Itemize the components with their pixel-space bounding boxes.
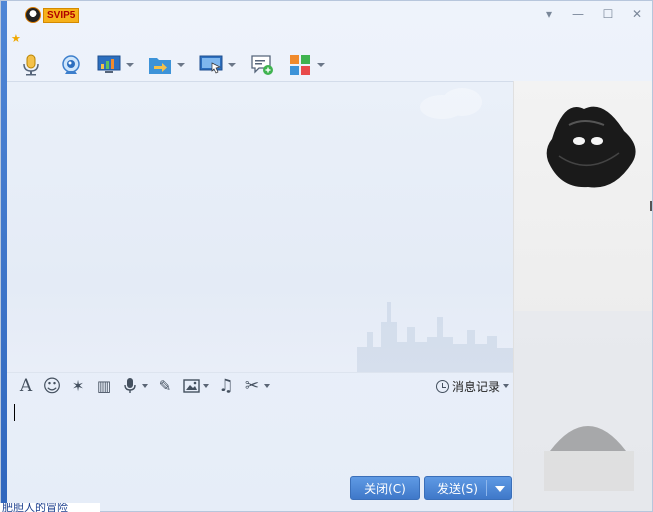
background-window-text: 肥胆人的冒险 bbox=[0, 503, 100, 512]
apps-icon bbox=[288, 53, 312, 77]
remote-desktop-icon bbox=[199, 53, 223, 77]
background-skyline-decoration bbox=[357, 302, 513, 372]
voice-message-icon bbox=[121, 377, 139, 395]
screenshot-button[interactable]: ✂ bbox=[243, 375, 270, 397]
magic-expression-button[interactable]: ✶ bbox=[69, 375, 87, 397]
edit-icon: ✎ bbox=[158, 377, 172, 395]
maximize-button[interactable]: ☐ bbox=[600, 7, 616, 21]
music-icon: ♫ bbox=[218, 376, 234, 396]
clock-icon bbox=[435, 379, 449, 393]
send-button-label: 发送(S) bbox=[437, 481, 478, 496]
message-history-dropdown-arrow[interactable] bbox=[503, 384, 509, 388]
voice-message-dropdown-arrow[interactable] bbox=[142, 384, 148, 388]
music-button[interactable]: ♫ bbox=[217, 375, 235, 397]
minimize-button[interactable]: — bbox=[570, 7, 586, 21]
screenshot-scissors-icon: ✂ bbox=[244, 376, 260, 396]
background-window-title: 肥胆人的冒险 bbox=[2, 503, 68, 512]
file-transfer-icon bbox=[148, 53, 172, 77]
font-icon: A bbox=[19, 376, 33, 396]
screen-share-dropdown-arrow[interactable] bbox=[126, 63, 134, 67]
file-transfer-button[interactable] bbox=[148, 50, 185, 80]
video-call-button[interactable] bbox=[59, 50, 83, 80]
favorite-star-icon[interactable]: ★ bbox=[11, 32, 21, 45]
apps-dropdown-arrow[interactable] bbox=[317, 63, 325, 67]
emoji-icon: ☺ bbox=[42, 375, 62, 397]
edit-button[interactable]: ✎ bbox=[156, 375, 174, 397]
send-button-separator bbox=[486, 480, 487, 496]
emoji-button[interactable]: ☺ bbox=[42, 375, 62, 397]
magic-wand-icon: ✶ bbox=[71, 377, 85, 395]
svip-label: SVIP5 bbox=[43, 7, 80, 23]
close-window-button[interactable]: ✕ bbox=[629, 7, 645, 21]
send-options-arrow[interactable] bbox=[495, 486, 505, 492]
side-panel-edge-marker bbox=[647, 201, 652, 211]
send-image-dropdown-arrow[interactable] bbox=[203, 384, 209, 388]
message-input-area[interactable] bbox=[7, 399, 513, 471]
send-image-button[interactable] bbox=[182, 375, 209, 397]
text-caret bbox=[14, 404, 15, 421]
apps-button[interactable] bbox=[288, 50, 325, 80]
close-chat-button[interactable]: 关闭(C) bbox=[350, 476, 420, 500]
message-display-area[interactable] bbox=[7, 81, 513, 372]
background-cloud-decoration bbox=[420, 88, 482, 119]
microphone-icon bbox=[19, 53, 43, 77]
screen-share-button[interactable] bbox=[97, 50, 134, 80]
svip-badge[interactable]: SVIP5 bbox=[25, 7, 80, 23]
shake-window-icon: ▥ bbox=[96, 377, 112, 395]
input-toolbar: A ☺ ✶ ▥ ✎ ♫ ✂ 消息记录 bbox=[7, 372, 513, 399]
font-button[interactable]: A bbox=[17, 375, 35, 397]
message-history-label: 消息记录 bbox=[451, 379, 500, 394]
contact-show-panel bbox=[513, 81, 652, 511]
qq-penguin-icon bbox=[25, 7, 41, 23]
remote-desktop-button[interactable] bbox=[199, 50, 236, 80]
add-chat-icon bbox=[250, 53, 274, 77]
remote-desktop-dropdown-arrow[interactable] bbox=[228, 63, 236, 67]
create-group-button[interactable] bbox=[250, 50, 274, 80]
image-icon bbox=[182, 377, 200, 395]
shake-window-button[interactable]: ▥ bbox=[95, 375, 113, 397]
lips-portrait-image bbox=[514, 81, 652, 511]
title-bar[interactable]: SVIP5 ▾ — ☐ ✕ bbox=[7, 1, 652, 29]
message-history-button[interactable]: 消息记录 bbox=[435, 378, 509, 395]
screenshot-dropdown-arrow[interactable] bbox=[264, 384, 270, 388]
main-toolbar bbox=[7, 49, 325, 81]
voice-call-button[interactable] bbox=[19, 50, 43, 80]
screen-share-icon bbox=[97, 53, 121, 77]
webcam-icon bbox=[59, 53, 83, 77]
send-button[interactable]: 发送(S) bbox=[424, 476, 512, 500]
menu-dropdown-button[interactable]: ▾ bbox=[541, 7, 557, 21]
voice-message-button[interactable] bbox=[121, 375, 148, 397]
file-transfer-dropdown-arrow[interactable] bbox=[177, 63, 185, 67]
chat-window: SVIP5 ▾ — ☐ ✕ ★ A ☺ ✶ ▥ ✎ ♫ ✂ 消息记录 关闭(C)… bbox=[0, 0, 653, 512]
